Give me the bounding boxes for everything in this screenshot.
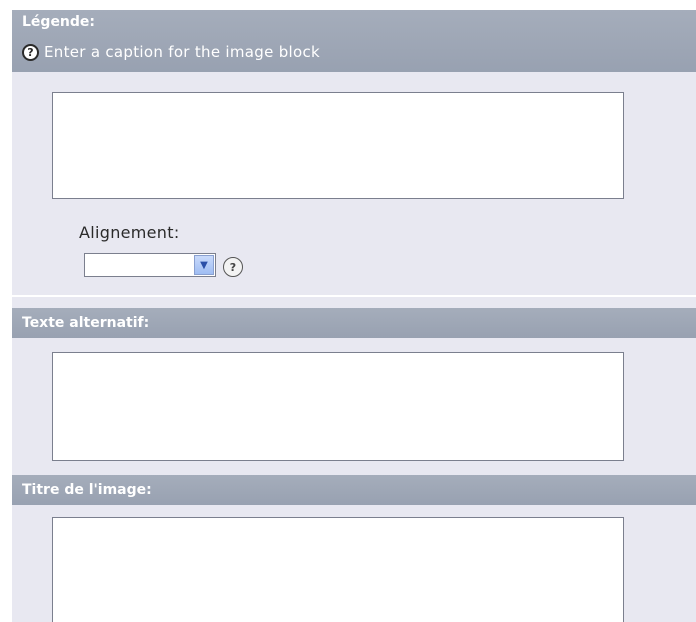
alt-text-textarea[interactable] [52,352,624,461]
caption-section-title: Légende: [22,14,96,30]
alt-text-section-title: Texte alternatif: [22,315,150,331]
caption-section-header: Légende: ? Enter a caption for the image… [12,10,696,72]
caption-help-line: ? Enter a caption for the image block [22,43,320,61]
alignment-label: Alignement: [79,223,180,242]
chevron-down-icon[interactable]: ▼ [194,255,214,275]
alignment-select[interactable]: ▼ [84,253,216,277]
help-icon[interactable]: ? [223,257,243,277]
image-title-textarea[interactable] [52,517,624,622]
image-title-section-title: Titre de l'image: [22,482,152,498]
caption-help-text: Enter a caption for the image block [44,43,321,61]
alt-text-section-header: Texte alternatif: [12,308,696,338]
image-title-section-header: Titre de l'image: [12,475,696,505]
caption-textarea[interactable] [52,92,624,199]
help-icon[interactable]: ? [22,43,39,61]
section-divider [12,295,696,297]
image-properties-panel: Légende: ? Enter a caption for the image… [12,10,696,622]
